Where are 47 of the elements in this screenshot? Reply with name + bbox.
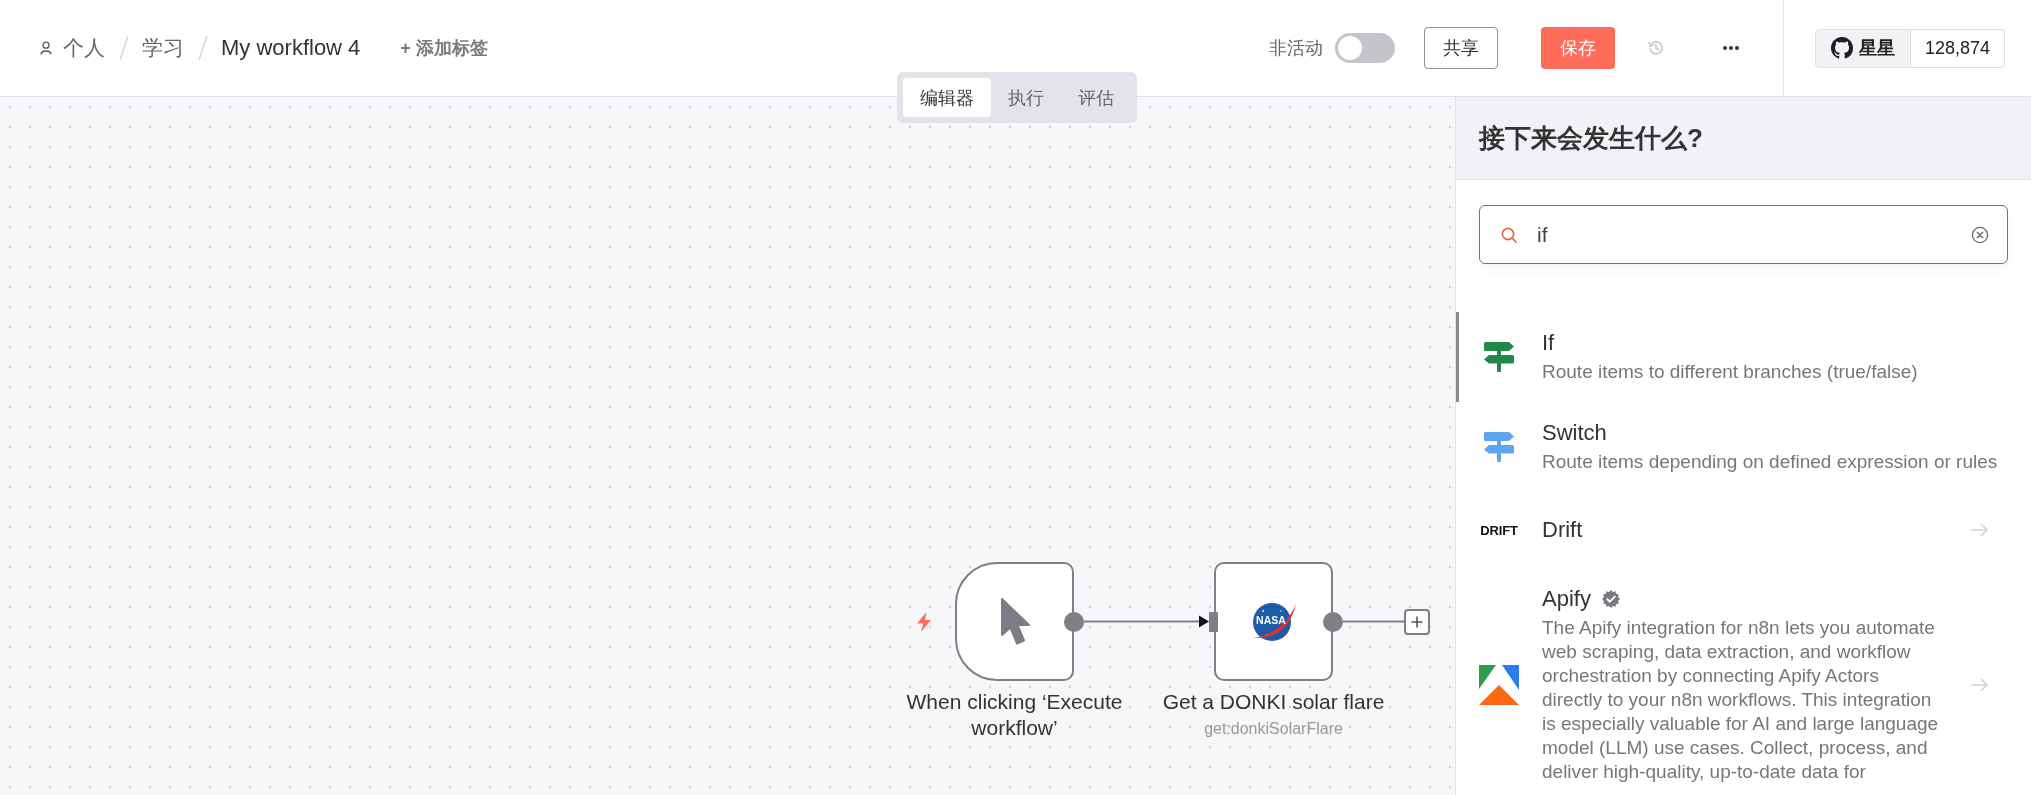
node-title: Get a DONKI solar flare bbox=[1162, 689, 1385, 715]
workflow-name[interactable]: My workflow 4 bbox=[221, 34, 361, 62]
triangles-logo-icon bbox=[1479, 665, 1519, 705]
ellipsis-icon[interactable] bbox=[1722, 46, 1739, 50]
option-title: If bbox=[1542, 330, 1555, 356]
connector-line bbox=[1342, 620, 1405, 623]
share-button[interactable]: 共享 bbox=[1423, 27, 1498, 69]
option-title: Apify bbox=[1542, 586, 1591, 612]
star-button[interactable]: 星星 bbox=[1814, 28, 1911, 68]
star-count: 128,874 bbox=[1910, 28, 2005, 68]
breadcrumb-link[interactable]: 个人 bbox=[63, 34, 105, 62]
view-tab[interactable]: 执行 bbox=[991, 78, 1061, 117]
wordmark-logo: DRIFT bbox=[1480, 522, 1518, 538]
option-title: Drift bbox=[1542, 517, 1583, 543]
view-tab[interactable]: 评估 bbox=[1061, 78, 1131, 117]
add-tag-button[interactable]: + 添加标签 bbox=[400, 36, 488, 60]
node-title: When clicking ‘Execute workflow’ bbox=[905, 689, 1124, 741]
view-tab[interactable]: 编辑器 bbox=[903, 78, 991, 117]
lightning-icon bbox=[916, 611, 932, 632]
active-label: 非活动 bbox=[1268, 37, 1323, 60]
node-option[interactable]: Switch Route items depending on defined expression or rules bbox=[1456, 402, 2031, 492]
signpost-icon bbox=[1484, 432, 1514, 462]
emblem-logo: NASA bbox=[1250, 600, 1297, 643]
option-description: Route items to different branches (true/false) bbox=[1542, 360, 1919, 384]
signpost-icon bbox=[1484, 342, 1514, 372]
slash-separator-icon bbox=[197, 35, 209, 61]
search-icon bbox=[1500, 226, 1517, 243]
workflow-node[interactable]: NASA bbox=[1214, 562, 1333, 681]
breadcrumb-link[interactable]: 学习 bbox=[142, 34, 184, 62]
plus-icon bbox=[1411, 615, 1423, 628]
node-option[interactable]: If Route items to different branches (true/false) bbox=[1456, 312, 2031, 402]
panel-title: 接下来会发生什么? bbox=[1479, 121, 1703, 155]
workflow-node[interactable] bbox=[955, 562, 1074, 681]
slash-separator-icon bbox=[118, 35, 130, 61]
add-node-button[interactable] bbox=[1404, 608, 1430, 635]
input-handle[interactable] bbox=[1209, 611, 1218, 632]
person-icon bbox=[40, 41, 52, 55]
clear-icon[interactable] bbox=[1970, 225, 1989, 244]
cursor-icon bbox=[998, 597, 1031, 646]
active-toggle[interactable] bbox=[1334, 33, 1395, 63]
option-description: Route items depending on defined expression or rules bbox=[1542, 450, 1999, 474]
search-field[interactable]: if bbox=[1479, 205, 2008, 264]
cat-logo-icon bbox=[1830, 37, 1853, 59]
option-title: Switch bbox=[1542, 420, 1607, 446]
node-option[interactable]: DRIFT Drift bbox=[1456, 492, 2031, 568]
option-description: The Apify integration for n8n lets you automate web scraping, data extraction, and workflow orchestration by connecting Apify Actors directly to your n8n workflows. This integration is especially valuable for AI and large language model (LLM) use cases. Collect, process, and deliver high-quality, up-to-date data for bbox=[1542, 616, 1940, 784]
node-subtitle: get:donkiSolarFlare bbox=[1204, 719, 1343, 739]
